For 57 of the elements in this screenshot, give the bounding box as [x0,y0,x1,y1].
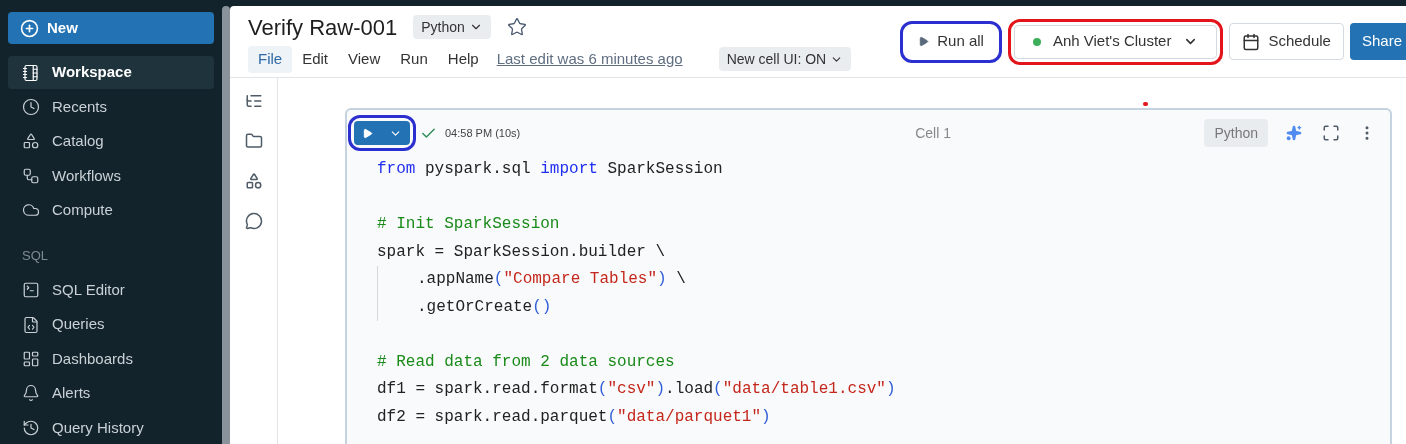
workflow-icon [22,166,40,185]
sidebar-item[interactable]: SQL Editor [8,273,214,307]
sidebar-item[interactable]: Alerts [8,377,214,410]
menu-item[interactable]: Run [390,45,438,73]
language-dropdown[interactable]: Python [413,15,491,39]
play-icon [362,127,373,139]
notebook-icon [22,63,40,82]
notebook-title: Verify Raw-001 [248,13,398,42]
sidebar-item[interactable]: Workflows [8,159,214,193]
sidebar-item[interactable]: Dashboards [8,342,214,376]
code-line: .appName("Compare Tables") \ [417,269,686,290]
section-heading: SQL [21,247,49,266]
terminal-icon [22,281,40,300]
run-cell-button[interactable] [354,121,410,145]
menu-item[interactable]: File [248,45,293,73]
sidebar-item[interactable]: Compute [8,194,214,227]
cell-language: Python [1204,119,1268,147]
cluster-dropdown[interactable]: Anh Viet's Cluster [1013,24,1218,59]
run-all-button[interactable]: Run all [906,26,996,57]
sidebar-item[interactable]: Queries [8,308,214,341]
cell-ui-dropdown[interactable]: New cell UI: ON [718,47,852,71]
run-status: 04:58 PM (10s) [445,125,521,141]
sidebar-item[interactable]: Catalog [8,125,214,158]
cell-name: Cell 1 [915,123,951,143]
clock-icon [22,98,40,116]
sidebar-item[interactable]: Recents [8,90,214,124]
menu-item[interactable]: Help [437,45,489,73]
star-icon[interactable] [506,17,527,37]
chat-icon[interactable] [244,212,263,230]
play-icon [918,36,930,47]
code-line: # Init SparkSession [377,214,560,235]
share-button[interactable]: Share [1349,23,1406,60]
code-line: # Read data from 2 data sources [377,351,675,373]
shapes-icon [22,132,40,151]
bell-icon [22,384,40,403]
file-code-icon [22,315,40,334]
sparkle-icon[interactable] [1286,125,1302,141]
sidebar-item[interactable]: Workspace [8,56,214,89]
folder-icon[interactable] [244,132,263,150]
code-line: df2 = spark.read.parquet("data/parquet1") [377,406,771,428]
history-icon [22,418,40,437]
sidebar-item[interactable]: Query History [8,411,214,444]
code-line: spark = SparkSession.builder \ [377,241,666,263]
plus-icon [20,18,39,38]
menu-item[interactable]: Edit [292,45,339,73]
code-line: from pyspark.sql import SparkSession [377,159,723,180]
last-edit-link[interactable]: Last edit was 6 minutes ago [496,47,683,71]
expand-icon[interactable] [1322,124,1340,142]
calendar-icon [1242,32,1261,51]
schedule-button[interactable]: Schedule [1229,23,1344,60]
list-icon[interactable] [244,92,263,110]
code-line: .getOrCreate() [417,296,552,318]
menu-item[interactable]: View [338,45,391,73]
code-line: df1 = spark.read.format("csv").load("data/table1.csv") [377,379,896,400]
new-button[interactable]: New [8,12,214,45]
dashboard-icon [22,349,40,368]
shapes-icon[interactable] [244,172,263,190]
